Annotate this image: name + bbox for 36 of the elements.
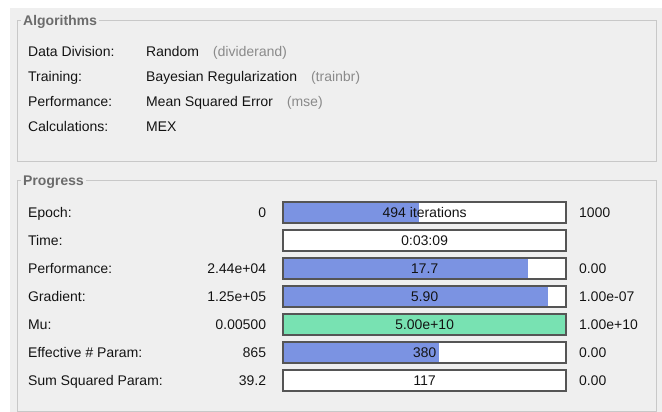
end-value: 1.00e-07 <box>579 286 634 306</box>
value-display: 117 <box>282 368 567 392</box>
start-value: 865 <box>242 342 266 362</box>
start-value: 0 <box>258 202 266 222</box>
field-label: Data Division: <box>28 42 116 61</box>
start-value: 0.00500 <box>215 314 266 334</box>
bar-text: 5.90 <box>410 286 440 306</box>
row-label: Epoch: <box>28 202 73 222</box>
value-display: 0:03:09 <box>282 228 567 252</box>
field-label: Calculations: <box>28 117 110 136</box>
end-value: 1000 <box>579 202 610 222</box>
bar-text: 5.00e+10 <box>394 314 455 334</box>
end-value: 0.00 <box>579 370 606 390</box>
field-label: Training: <box>28 67 83 86</box>
start-value: 1.25e+05 <box>207 286 266 306</box>
row-label: Gradient: <box>28 286 87 306</box>
start-value: 2.44e+04 <box>207 258 266 278</box>
field-note: (trainbr) <box>310 67 360 86</box>
bar-text: 380 <box>412 342 438 362</box>
end-value: 0.00 <box>579 258 606 278</box>
field-value: Bayesian Regularization <box>146 67 297 86</box>
row-label: Performance: <box>28 258 114 278</box>
end-value: 0.00 <box>579 342 606 362</box>
field-value: MEX <box>146 117 176 136</box>
row-label: Effective # Param: <box>28 342 144 362</box>
end-value: 1.00e+10 <box>579 314 638 334</box>
field-value: Mean Squared Error <box>146 92 273 111</box>
row-label: Mu: <box>28 314 52 334</box>
field-label: Performance: <box>28 92 114 111</box>
start-value: 39.2 <box>238 370 266 390</box>
bar-text: 17.7 <box>410 258 440 278</box>
row-label: Sum Squared Param: <box>28 370 164 390</box>
field-note: (dividerand) <box>212 42 287 61</box>
field-note: (mse) <box>286 92 323 111</box>
row-label: Time: <box>28 230 64 250</box>
field-value: Random <box>146 42 199 61</box>
